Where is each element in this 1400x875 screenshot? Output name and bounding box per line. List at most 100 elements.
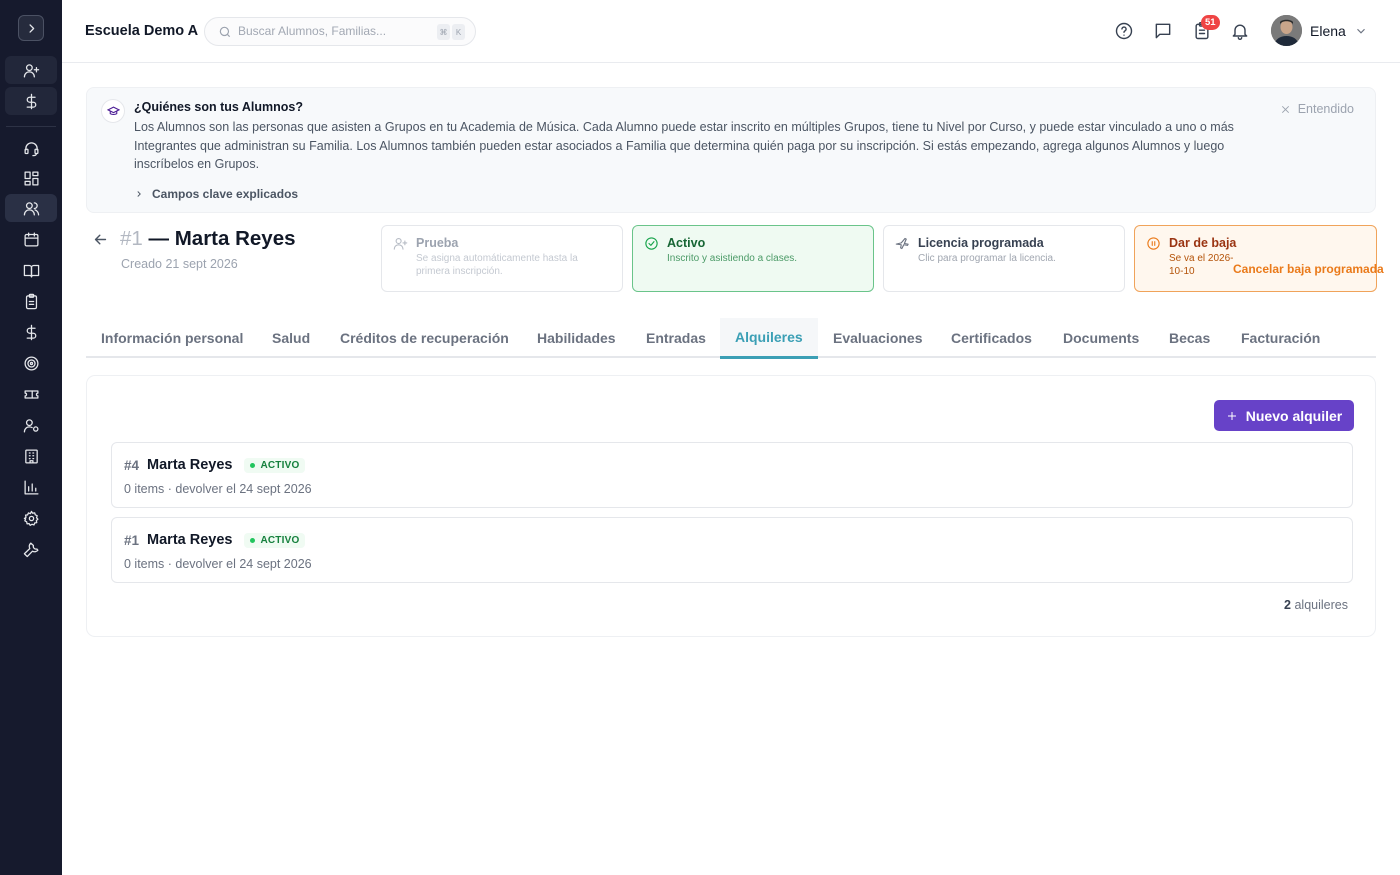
sidebar (0, 0, 62, 875)
school-name[interactable]: Escuela Demo A (85, 23, 198, 39)
status-card-drop[interactable]: Dar de baja Se va el 2026-10-10 Cancelar… (1134, 225, 1384, 292)
headset-icon (23, 141, 39, 156)
key-fields-label: Campos clave explicados (152, 187, 299, 201)
rental-meta: 0 items · devolver el 24 sept 2026 (124, 482, 312, 496)
sidebar-item-tickets[interactable] (5, 380, 57, 408)
bar-chart-icon (23, 479, 39, 495)
search-input[interactable] (238, 24, 428, 38)
chevron-down-icon (1357, 28, 1365, 34)
chat-icon (1155, 23, 1171, 39)
info-banner-title: ¿Quiénes son tus Alumnos? (134, 100, 303, 114)
student-number: #1 (120, 227, 143, 250)
status-card-description: Se asigna automáticamente hasta la prime… (416, 253, 578, 277)
tasks-count-badge: 51 (1201, 15, 1220, 30)
user-plus-icon (393, 236, 408, 256)
calendar-icon (23, 231, 39, 247)
wrench-icon (23, 541, 39, 557)
sidebar-item-support[interactable] (5, 134, 57, 162)
rentals-panel: Nuevo alquiler #4 Marta Reyes ACTIVO 0 i… (86, 375, 1376, 637)
status-card-trial[interactable]: Prueba Se asigna automáticamente hasta l… (381, 225, 623, 292)
gear-icon (23, 510, 39, 526)
sidebar-item-calendar[interactable] (5, 225, 57, 253)
notifications-button[interactable] (1230, 21, 1250, 41)
rentals-count: 2 alquileres (1284, 598, 1348, 612)
tab-skills[interactable]: Habilidades (522, 318, 631, 358)
sidebar-item-locations[interactable] (5, 442, 57, 470)
sidebar-item-staff[interactable] (5, 411, 57, 439)
rental-student-name: Marta Reyes (147, 532, 233, 548)
tab-makeup-credits[interactable]: Créditos de recuperación (325, 318, 524, 358)
sidebar-item-add-student[interactable] (5, 56, 57, 84)
sidebar-item-courses[interactable] (5, 256, 57, 284)
status-card-title: Dar de baja (1169, 236, 1237, 250)
sidebar-item-attendance[interactable] (5, 287, 57, 315)
sidebar-item-billing[interactable] (5, 318, 57, 346)
building-icon (24, 448, 38, 464)
status-badge: ACTIVO (244, 532, 306, 548)
rental-id: #4 (124, 457, 140, 473)
ticket-icon (23, 389, 39, 399)
tab-entries[interactable]: Entradas (631, 318, 721, 358)
top-bar: Escuela Demo A ⌘ K 51 Elena (62, 0, 1400, 63)
dismiss-button[interactable]: Entendido (1280, 102, 1354, 116)
sidebar-item-reports[interactable] (5, 473, 57, 501)
key-fields-toggle[interactable]: Campos clave explicados (134, 187, 298, 201)
help-button[interactable] (1114, 21, 1134, 41)
created-date: Creado 21 sept 2026 (121, 257, 238, 271)
search-icon (219, 26, 231, 38)
graduation-cap-icon (101, 99, 125, 123)
help-icon (1115, 22, 1133, 40)
shortcut-key-k: K (452, 24, 465, 40)
user-name[interactable]: Elena (1310, 23, 1346, 39)
tab-evaluations[interactable]: Evaluaciones (818, 318, 938, 358)
sidebar-item-tools[interactable] (5, 535, 57, 563)
tab-billing[interactable]: Facturación (1226, 318, 1335, 358)
status-badge: ACTIVO (244, 457, 306, 473)
page-title: #1 — Marta Reyes (120, 227, 296, 251)
sidebar-divider (6, 126, 56, 127)
sidebar-item-settings[interactable] (5, 504, 57, 532)
status-badge-label: ACTIVO (260, 534, 300, 546)
chevron-right-icon (28, 23, 34, 33)
dismiss-label: Entendido (1297, 102, 1354, 116)
sidebar-item-goals[interactable] (5, 349, 57, 377)
sidebar-item-payment[interactable] (5, 87, 57, 115)
tab-rentals[interactable]: Alquileres (720, 318, 818, 359)
search-bar[interactable]: ⌘ K (204, 17, 476, 46)
messages-button[interactable] (1153, 21, 1173, 41)
sidebar-item-students[interactable] (5, 194, 57, 222)
user-plus-icon (23, 63, 39, 78)
rentals-count-number: 2 (1284, 598, 1291, 612)
tab-personal-info[interactable]: Información personal (86, 318, 258, 358)
user-menu-toggle[interactable] (1354, 24, 1368, 43)
tab-documents[interactable]: Documents (1048, 318, 1154, 358)
status-card-title: Licencia programada (918, 236, 1044, 250)
sidebar-expand-button[interactable] (18, 15, 44, 41)
users-icon (23, 201, 39, 216)
clipboard-icon (25, 293, 37, 309)
rental-item[interactable]: #4 Marta Reyes ACTIVO 0 items · devolver… (111, 442, 1353, 508)
chevron-right-icon (137, 191, 141, 197)
status-card-active[interactable]: Activo Inscrito y asistiendo a clases. (632, 225, 874, 292)
plane-icon (895, 236, 910, 256)
pause-circle-icon (1146, 236, 1161, 256)
avatar[interactable] (1271, 15, 1302, 46)
status-card-description: Clic para programar la licencia. (918, 253, 1056, 264)
sidebar-item-dashboard[interactable] (5, 164, 57, 192)
tab-certificates[interactable]: Certificados (936, 318, 1047, 358)
plus-icon (1227, 411, 1236, 420)
rental-meta: 0 items · devolver el 24 sept 2026 (124, 557, 312, 571)
student-name: — Marta Reyes (148, 227, 296, 250)
dollar-icon (26, 93, 36, 109)
tab-scholarships[interactable]: Becas (1154, 318, 1225, 358)
book-icon (23, 264, 39, 278)
back-button[interactable] (92, 231, 109, 253)
status-card-leave[interactable]: Licencia programada Clic para programar … (883, 225, 1125, 292)
status-card-title: Activo (667, 236, 706, 250)
cancel-scheduled-drop-link[interactable]: Cancelar baja programada (1233, 262, 1384, 276)
new-rental-button[interactable]: Nuevo alquiler (1214, 400, 1354, 431)
tab-health[interactable]: Salud (257, 318, 325, 358)
rental-item[interactable]: #1 Marta Reyes ACTIVO 0 items · devolver… (111, 517, 1353, 583)
check-circle-icon (644, 236, 659, 256)
info-banner-body: Los Alumnos son las personas que asisten… (134, 120, 1234, 171)
